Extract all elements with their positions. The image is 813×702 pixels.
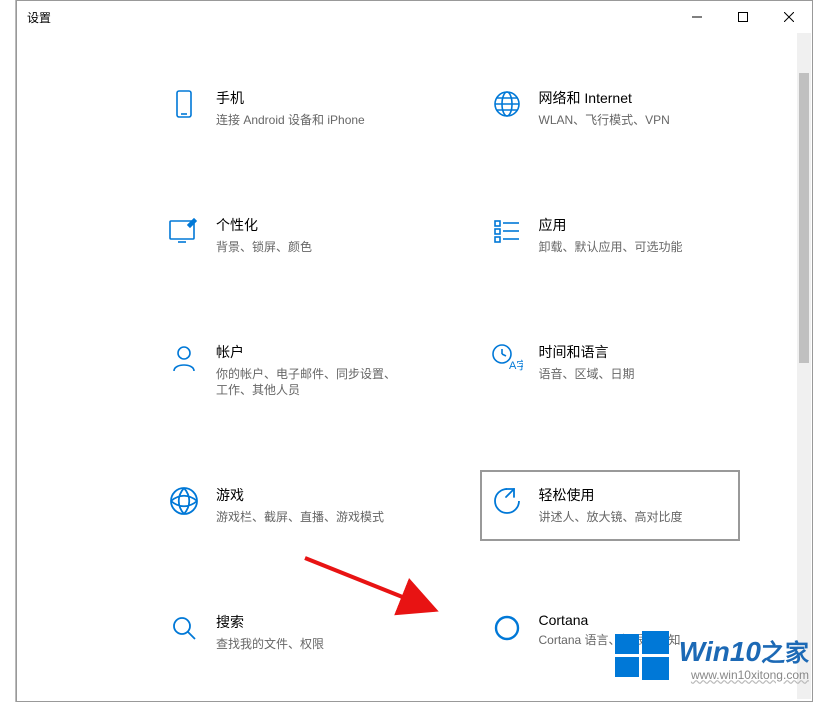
category-title: 应用 bbox=[539, 215, 683, 235]
category-desc: 语音、区域、日期 bbox=[539, 366, 635, 383]
category-title: 时间和语言 bbox=[539, 342, 635, 362]
personalize-icon bbox=[168, 215, 200, 247]
category-search[interactable]: 搜索 查找我的文件、权限 bbox=[157, 597, 417, 668]
category-title: Cortana bbox=[539, 612, 681, 628]
background-edge bbox=[0, 0, 16, 702]
category-desc: 背景、锁屏、颜色 bbox=[216, 239, 312, 256]
category-gaming[interactable]: 游戏 游戏栏、截屏、直播、游戏模式 bbox=[157, 470, 417, 541]
watermark: Win10之家 www.win10xitong.com bbox=[613, 628, 809, 686]
watermark-brand: Win10 bbox=[679, 636, 761, 667]
cortana-icon bbox=[491, 612, 523, 644]
windows-logo-icon bbox=[613, 628, 671, 686]
ease-icon bbox=[491, 485, 523, 517]
category-title: 手机 bbox=[216, 88, 365, 108]
category-title: 网络和 Internet bbox=[539, 88, 670, 108]
scrollbar-thumb[interactable] bbox=[799, 73, 809, 363]
phone-icon bbox=[168, 88, 200, 120]
category-desc: WLAN、飞行模式、VPN bbox=[539, 112, 670, 129]
globe-icon bbox=[491, 88, 523, 120]
time-lang-icon: A字 bbox=[491, 342, 523, 374]
window-controls bbox=[674, 1, 812, 33]
watermark-suffix: 之家 bbox=[761, 640, 809, 667]
category-title: 搜索 bbox=[216, 612, 324, 632]
category-ease-of-access[interactable]: 轻松使用 讲述人、放大镜、高对比度 bbox=[480, 470, 740, 541]
category-desc: 查找我的文件、权限 bbox=[216, 636, 324, 653]
watermark-url: www.win10xitong.com bbox=[679, 668, 809, 682]
category-personalization[interactable]: 个性化 背景、锁屏、颜色 bbox=[157, 200, 417, 271]
category-phone[interactable]: 手机 连接 Android 设备和 iPhone bbox=[157, 73, 417, 144]
category-title: 轻松使用 bbox=[539, 485, 683, 505]
search-icon bbox=[168, 612, 200, 644]
category-title: 帐户 bbox=[216, 342, 406, 362]
window-title: 设置 bbox=[27, 9, 51, 26]
accounts-icon bbox=[168, 342, 200, 374]
maximize-button[interactable] bbox=[720, 1, 766, 33]
titlebar: 设置 bbox=[17, 1, 812, 33]
settings-grid: 手机 连接 Android 设备和 iPhone 网络和 Internet WL… bbox=[17, 33, 812, 701]
category-title: 个性化 bbox=[216, 215, 312, 235]
category-accounts[interactable]: 帐户 你的帐户、电子邮件、同步设置、工作、其他人员 bbox=[157, 327, 417, 415]
close-button[interactable] bbox=[766, 1, 812, 33]
apps-icon bbox=[491, 215, 523, 247]
scrollbar[interactable] bbox=[797, 33, 811, 699]
watermark-text: Win10之家 www.win10xitong.com bbox=[679, 633, 809, 682]
category-time-language[interactable]: A字 时间和语言 语音、区域、日期 bbox=[480, 327, 740, 415]
minimize-button[interactable] bbox=[674, 1, 720, 33]
svg-text:A字: A字 bbox=[509, 358, 523, 372]
category-desc: 讲述人、放大镜、高对比度 bbox=[539, 509, 683, 526]
category-network[interactable]: 网络和 Internet WLAN、飞行模式、VPN bbox=[480, 73, 740, 144]
category-desc: 游戏栏、截屏、直播、游戏模式 bbox=[216, 509, 384, 526]
category-apps[interactable]: 应用 卸载、默认应用、可选功能 bbox=[480, 200, 740, 271]
settings-window: 设置 手机 连接 Android 设备和 iPhone bbox=[16, 0, 813, 702]
category-desc: 卸载、默认应用、可选功能 bbox=[539, 239, 683, 256]
category-title: 游戏 bbox=[216, 485, 384, 505]
category-desc: 你的帐户、电子邮件、同步设置、工作、其他人员 bbox=[216, 366, 406, 400]
gaming-icon bbox=[168, 485, 200, 517]
category-desc: 连接 Android 设备和 iPhone bbox=[216, 112, 365, 129]
